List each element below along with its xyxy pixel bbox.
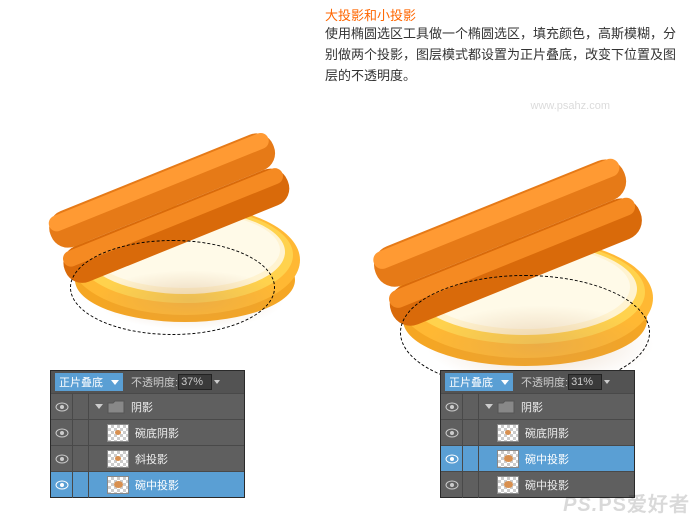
chevron-down-icon <box>214 380 220 384</box>
visibility-toggle[interactable] <box>51 420 73 446</box>
opacity-label: 不透明度: <box>521 374 568 390</box>
layer-thumbnail <box>497 450 519 468</box>
illustration-left <box>10 60 315 350</box>
blend-mode-dropdown[interactable]: 正片叠底 <box>55 373 123 391</box>
chevron-down-icon <box>604 380 610 384</box>
folder-icon <box>497 400 515 414</box>
visibility-toggle[interactable] <box>441 446 463 472</box>
layer-group-row[interactable]: 阴影 <box>51 393 244 419</box>
panel-header: 正片叠底 不透明度: 31% <box>441 371 634 393</box>
visibility-toggle[interactable] <box>51 446 73 472</box>
layer-name: 碗底阴影 <box>135 425 179 441</box>
layer-row[interactable]: 斜投影 <box>51 445 244 471</box>
layer-name: 碗中投影 <box>525 451 569 467</box>
visibility-toggle[interactable] <box>441 472 463 498</box>
opacity-input[interactable]: 37% <box>178 374 212 390</box>
layer-name: 碗中投影 <box>135 477 179 493</box>
chevron-down-icon <box>111 380 119 385</box>
layer-group-row[interactable]: 阴影 <box>441 393 634 419</box>
layer-name: 碗底阴影 <box>525 425 569 441</box>
visibility-toggle[interactable] <box>51 394 73 420</box>
layer-thumbnail <box>107 476 129 494</box>
blend-mode-value: 正片叠底 <box>449 374 493 390</box>
layer-row[interactable]: 碗底阴影 <box>441 419 634 445</box>
layer-name: 斜投影 <box>135 451 168 467</box>
twisty-icon[interactable] <box>485 404 493 409</box>
layer-name: 阴影 <box>521 399 543 415</box>
layer-thumbnail <box>497 476 519 494</box>
visibility-toggle[interactable] <box>51 472 73 498</box>
twisty-icon[interactable] <box>95 404 103 409</box>
folder-icon <box>107 400 125 414</box>
blend-mode-dropdown[interactable]: 正片叠底 <box>445 373 513 391</box>
layers-panel-right: 正片叠底 不透明度: 31% 阴影 碗底阴影 碗中投影 <box>440 370 635 498</box>
illustration-right <box>330 80 670 400</box>
layer-row[interactable]: 碗中投影 <box>441 445 634 471</box>
layer-thumbnail <box>107 424 129 442</box>
visibility-toggle[interactable] <box>441 394 463 420</box>
layer-row[interactable]: 碗中投影 <box>51 471 244 497</box>
layers-panel-left: 正片叠底 不透明度: 37% 阴影 碗底阴影 斜投影 <box>50 370 245 498</box>
opacity-label: 不透明度: <box>131 374 178 390</box>
layer-row[interactable]: 碗底阴影 <box>51 419 244 445</box>
blend-mode-value: 正片叠底 <box>59 374 103 390</box>
visibility-toggle[interactable] <box>441 420 463 446</box>
section-title: 大投影和小投影 <box>325 5 416 24</box>
layer-thumbnail <box>107 450 129 468</box>
panel-header: 正片叠底 不透明度: 37% <box>51 371 244 393</box>
selection-marquee-left <box>70 240 275 335</box>
chevron-down-icon <box>501 380 509 385</box>
section-description: 使用椭圆选区工具做一个椭圆选区，填充颜色，高斯模糊，分别做两个投影，图层模式都设… <box>325 24 685 86</box>
layer-thumbnail <box>497 424 519 442</box>
opacity-input[interactable]: 31% <box>568 374 602 390</box>
layer-name: 阴影 <box>131 399 153 415</box>
brand-watermark: PS.PS爱好者 <box>563 488 690 517</box>
